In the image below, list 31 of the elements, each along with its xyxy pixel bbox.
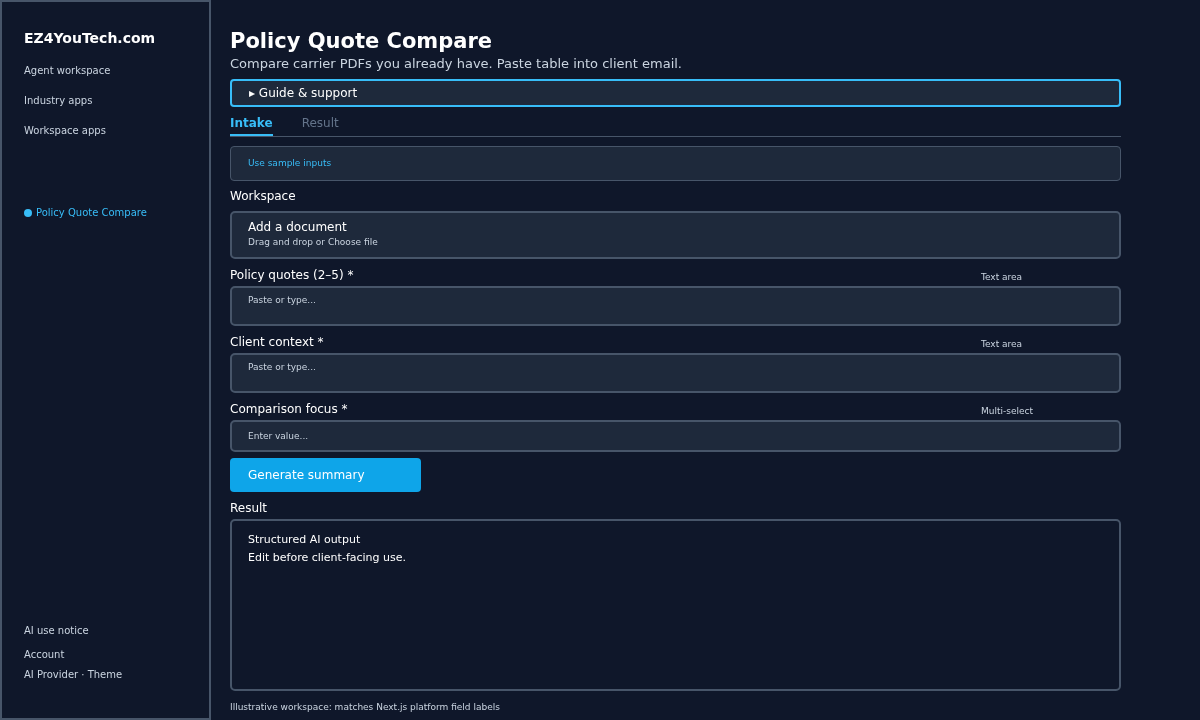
- footer-link[interactable]: AI use notice: [24, 624, 187, 638]
- nav-link[interactable]: Industry apps: [24, 93, 187, 109]
- footer-link[interactable]: Account: [24, 648, 187, 662]
- input-field[interactable]: Enter value...: [230, 420, 1121, 452]
- field-type-label: Text area: [981, 338, 1024, 350]
- field-label: Workspace: [230, 188, 297, 204]
- upload-dropzone[interactable]: Add a document Drag and drop or Choose file: [230, 211, 1121, 259]
- text-area-field[interactable]: Paste or type...: [230, 286, 1121, 326]
- result-text: Edit before client-facing use.: [248, 550, 407, 566]
- result-text: Structured AI output: [248, 532, 362, 548]
- nav-link[interactable]: Workspace apps: [24, 123, 187, 139]
- field-label: Client context *: [230, 334, 324, 350]
- brand-title: EZ4YouTech.com: [24, 29, 157, 48]
- sample-link[interactable]: Use sample inputs: [248, 156, 332, 171]
- tab[interactable]: Intake: [230, 113, 273, 136]
- page-subtitle: Compare carrier PDFs you already have. Paste table into client email.: [230, 55, 683, 73]
- field-label: Result: [230, 500, 269, 516]
- footnote-text: Illustrative workspace: matches Next.js platform field labels: [230, 701, 501, 714]
- upload-hint: Drag and drop or Choose file: [248, 236, 379, 249]
- nav-link[interactable]: Agent workspace: [24, 63, 187, 79]
- field-type-label: Text area: [981, 271, 1024, 283]
- footer-link[interactable]: AI Provider · Theme: [24, 668, 187, 682]
- field-label: Comparison focus *: [230, 401, 348, 417]
- nav-link[interactable]: Policy Quote Compare: [24, 205, 187, 221]
- text-area-field[interactable]: Paste or type...: [230, 353, 1121, 393]
- guide-toggle[interactable]: ▸ Guide & support: [230, 79, 1121, 107]
- field-type-label: Multi-select: [981, 405, 1034, 417]
- upload-title: Add a document: [248, 219, 348, 235]
- field-label: Policy quotes (2–5) *: [230, 267, 354, 283]
- tab[interactable]: Result: [301, 113, 339, 136]
- page-title: Policy Quote Compare: [230, 28, 493, 54]
